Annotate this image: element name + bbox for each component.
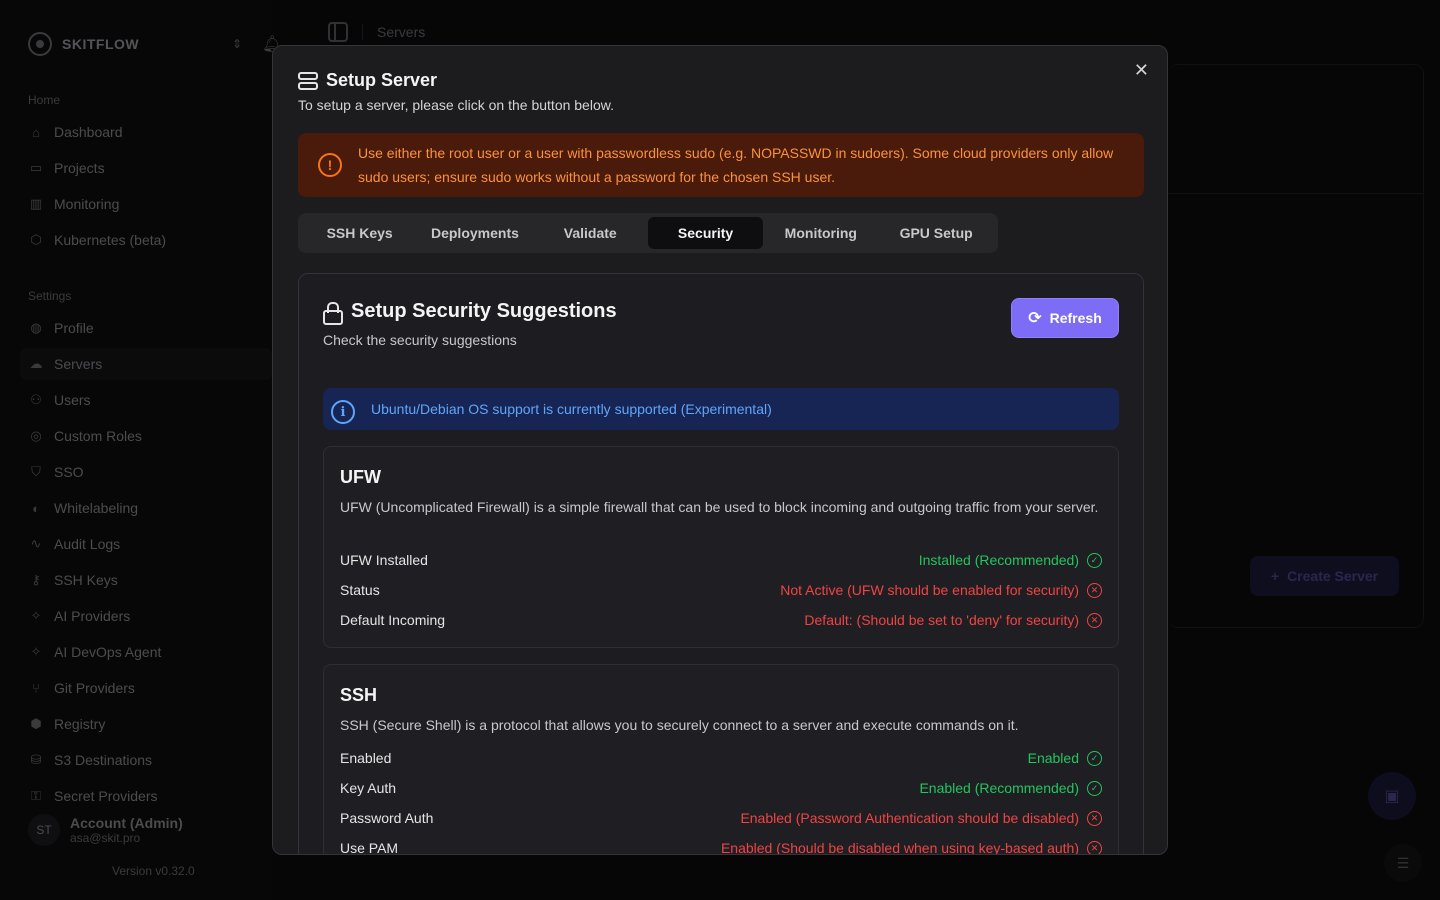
warning-text: Use either the root user or a user with … [358,145,1114,185]
status-value: Enabled ✓ [1028,750,1102,766]
status-row: Default Incoming Default: (Should be set… [340,605,1102,635]
setup-tabs: SSH Keys Deployments Validate Security M… [298,213,998,253]
sudo-warning-alert: ! Use either the root user or a user wit… [298,133,1144,197]
ssh-section: SSH SSH (Secure Shell) is a protocol tha… [323,664,1119,854]
status-value: Enabled (Recommended) ✓ [919,780,1102,796]
status-row: Key Auth Enabled (Recommended) ✓ [340,773,1102,803]
status-row: UFW Installed Installed (Recommended) ✓ [340,545,1102,575]
panel-subtitle: Check the security suggestions [323,332,517,348]
status-value: Not Active (UFW should be enabled for se… [780,582,1102,598]
tab-gpu-setup[interactable]: GPU Setup [878,217,993,249]
tab-ssh-keys[interactable]: SSH Keys [302,217,417,249]
setup-server-dialog: ✕ Setup Server To setup a server, please… [272,45,1168,855]
info-icon: i [331,400,355,424]
security-panel: Setup Security Suggestions Check the sec… [298,273,1144,854]
tab-deployments[interactable]: Deployments [417,217,532,249]
tab-monitoring[interactable]: Monitoring [763,217,878,249]
check-circle-icon: ✓ [1087,750,1102,766]
status-row: Password Auth Enabled (Password Authenti… [340,803,1102,833]
section-title: SSH [340,685,378,705]
section-title: UFW [340,467,381,487]
status-row: Status Not Active (UFW should be enabled… [340,575,1102,605]
dialog-subtitle: To setup a server, please click on the b… [298,97,614,113]
alert-circle-icon: ! [318,153,342,177]
dialog-header: Setup Server To setup a server, please c… [298,70,614,113]
status-value: Installed (Recommended) ✓ [919,552,1102,568]
x-circle-icon: ✕ [1087,612,1102,628]
section-description: UFW (Uncomplicated Firewall) is a simple… [340,499,1099,515]
check-circle-icon: ✓ [1087,552,1102,568]
status-row: Use PAM Enabled (Should be disabled when… [340,833,1102,854]
status-row: Enabled Enabled ✓ [340,743,1102,773]
section-description: SSH (Secure Shell) is a protocol that al… [340,717,1019,733]
status-value: Enabled (Password Authentication should … [740,810,1102,826]
panel-title: Setup Security Suggestions [323,300,617,325]
ufw-section: UFW UFW (Uncomplicated Firewall) is a si… [323,446,1119,648]
os-support-info: i Ubuntu/Debian OS support is currently … [323,388,1119,430]
check-circle-icon: ✓ [1087,780,1102,796]
x-circle-icon: ✕ [1087,840,1102,854]
dialog-title: Setup Server [298,70,614,91]
status-value: Default: (Should be set to 'deny' for se… [804,612,1102,628]
x-circle-icon: ✕ [1087,582,1102,598]
server-icon [298,71,318,90]
refresh-button[interactable]: ⟳ Refresh [1011,298,1119,338]
lock-icon [323,301,343,325]
status-value: Enabled (Should be disabled when using k… [721,840,1102,854]
close-icon[interactable]: ✕ [1134,60,1149,81]
tab-security[interactable]: Security [647,217,764,249]
refresh-icon: ⟳ [1028,310,1042,327]
x-circle-icon: ✕ [1087,810,1102,826]
info-text: Ubuntu/Debian OS support is currently su… [371,401,772,417]
tab-validate[interactable]: Validate [533,217,648,249]
